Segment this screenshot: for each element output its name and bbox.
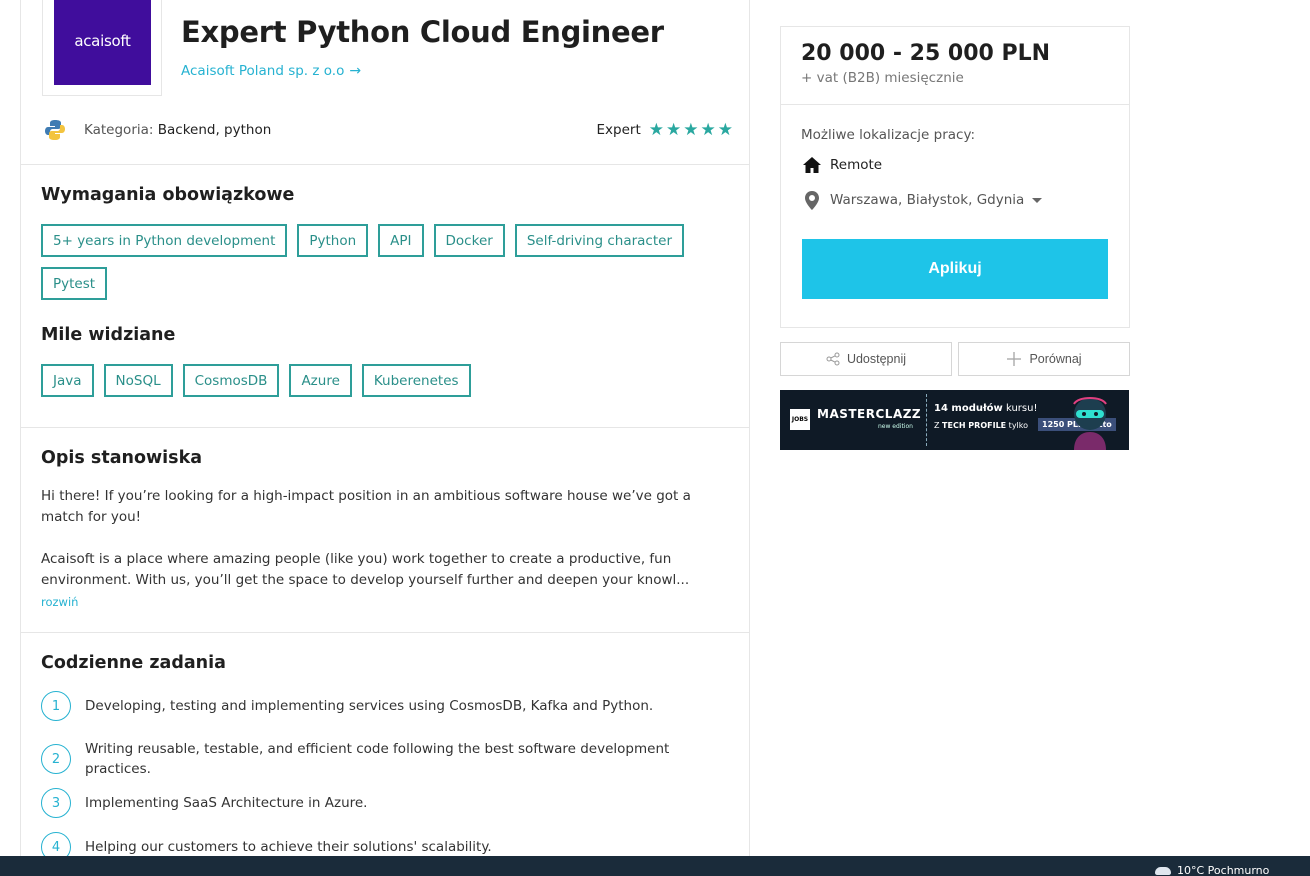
requirements-title: Wymagania obowiązkowe (41, 185, 295, 205)
salary: 20 000 - 25 000 PLN (801, 41, 1051, 66)
job-title: Expert Python Cloud Engineer (181, 15, 664, 49)
compare-button[interactable]: Porównaj (958, 342, 1130, 376)
share-icon (826, 352, 840, 366)
locations-label: Możliwe lokalizacje pracy: (801, 127, 975, 143)
task-text: Helping our customers to achieve their s… (85, 839, 492, 855)
weather-widget[interactable]: 10°C Pochmurno (1155, 864, 1269, 876)
company-logo[interactable]: acaisoft (42, 0, 162, 96)
banner-divider (926, 394, 927, 446)
nice-to-have-tag: Kuberenetes (361, 364, 471, 397)
banner-line-2-bold: TECH PROFILE (942, 421, 1007, 430)
star-icon: ★ (683, 120, 699, 140)
requirement-tag: Pytest (41, 267, 108, 300)
category: Kategoria: Backend, python (84, 122, 271, 138)
task-number: 2 (41, 744, 71, 774)
banner-line-1: 14 modułów kursu! (934, 403, 1037, 414)
os-taskbar: 10°C Pochmurno (0, 856, 1310, 876)
requirement-tag: Docker (433, 224, 505, 257)
requirement-tag: Python (297, 224, 369, 257)
job-offer-main: acaisoft Expert Python Cloud Engineer Ac… (20, 0, 750, 860)
nice-to-have-tag: Azure (289, 364, 352, 397)
seniority-level: Expert ★ ★ ★ ★ ★ (596, 120, 734, 140)
job-header: acaisoft Expert Python Cloud Engineer Ac… (21, 0, 749, 165)
plus-icon (1007, 352, 1022, 366)
task-number: 1 (41, 691, 71, 721)
weather-text: 10°C Pochmurno (1177, 864, 1270, 876)
requirement-tag: Self-driving character (514, 224, 684, 257)
apply-button[interactable]: Aplikuj (802, 239, 1108, 299)
task-item: 3 Implementing SaaS Architecture in Azur… (41, 788, 721, 818)
requirement-tag: API (378, 224, 424, 257)
location-remote: Remote (801, 155, 882, 175)
nice-to-have-tag: CosmosDB (182, 364, 280, 397)
divider (781, 104, 1129, 105)
level-stars: ★ ★ ★ ★ ★ (648, 120, 733, 140)
company-link[interactable]: Acaisoft Poland sp. z o.o → (181, 63, 361, 79)
banner-title: MASTERCLAZZ (817, 407, 922, 421)
banner-line-2-post: tylko (1006, 421, 1029, 430)
location-cities[interactable]: Warszawa, Białystok, Gdynia (801, 190, 1043, 210)
daily-tasks-section: Codzienne zadania 1 Developing, testing … (21, 633, 749, 860)
category-row: Kategoria: Backend, python Expert ★ ★ ★ … (43, 118, 733, 142)
cloud-icon (1155, 866, 1171, 875)
share-label: Udostępnij (846, 352, 907, 366)
banner-line-2: Z TECH PROFILE tylko (934, 421, 1028, 430)
description-paragraph: Hi there! If you’re looking for a high-i… (41, 488, 691, 525)
nice-to-have-tag: Java (41, 364, 94, 397)
requirement-tag: 5+ years in Python development (41, 224, 288, 257)
banner-line-1-bold: 14 modułów (934, 403, 1003, 414)
category-label: Kategoria: (84, 122, 154, 138)
description-paragraph: Acaisoft is a place where amazing people… (41, 551, 690, 588)
banner-line-2-pre: Z (934, 421, 943, 430)
description-title: Opis stanowiska (41, 448, 203, 468)
task-item: 1 Developing, testing and implementing s… (41, 691, 721, 721)
banner-logo: JOBS (790, 409, 810, 430)
task-text: Implementing SaaS Architecture in Azure. (85, 795, 368, 811)
home-icon (801, 155, 823, 175)
map-pin-icon (801, 190, 823, 210)
star-icon: ★ (648, 120, 664, 140)
description-section: Opis stanowiska Hi there! If you’re look… (21, 428, 749, 633)
nice-to-have-tag: NoSQL (103, 364, 173, 397)
task-text: Developing, testing and implementing ser… (85, 698, 654, 714)
level-label: Expert (596, 122, 641, 138)
task-number: 3 (41, 788, 71, 818)
requirements-tags: 5+ years in Python development Python AP… (41, 224, 731, 300)
task-item: 2 Writing reusable, testable, and effici… (41, 739, 721, 779)
banner-edition: new edition (878, 423, 913, 430)
star-icon: ★ (666, 120, 682, 140)
nice-to-have-title: Mile widziane (41, 325, 176, 345)
arrow-right-icon: → (349, 63, 362, 79)
category-value: Backend, python (157, 122, 272, 138)
star-icon: ★ (700, 120, 716, 140)
salary-note: + vat (B2B) miesięcznie (801, 70, 964, 86)
company-logo-text: acaisoft (54, 0, 151, 85)
compare-label: Porównaj (1029, 352, 1082, 366)
banner-line-1-rest: kursu! (1002, 403, 1038, 414)
star-icon: ★ (717, 120, 733, 140)
nice-to-have-tags: Java NoSQL CosmosDB Azure Kuberenetes (41, 364, 731, 397)
share-button[interactable]: Udostępnij (780, 342, 952, 376)
apply-panel: 20 000 - 25 000 PLN + vat (B2B) miesięcz… (780, 26, 1130, 328)
caret-down-icon (1032, 197, 1043, 203)
task-text: Writing reusable, testable, and efficien… (85, 741, 670, 777)
expand-description-link[interactable]: rozwiń (41, 595, 78, 609)
company-name: Acaisoft Poland sp. z o.o (181, 63, 345, 79)
requirements-section: Wymagania obowiązkowe 5+ years in Python… (21, 165, 749, 428)
cities-label: Warszawa, Białystok, Gdynia (830, 192, 1025, 208)
tasks-title: Codzienne zadania (41, 653, 226, 673)
python-icon (45, 120, 65, 140)
masterclazz-ad-banner[interactable]: JOBS MASTERCLAZZ new edition 14 modułów … (780, 390, 1129, 450)
remote-label: Remote (830, 157, 883, 173)
banner-character-illustration (1073, 397, 1107, 450)
